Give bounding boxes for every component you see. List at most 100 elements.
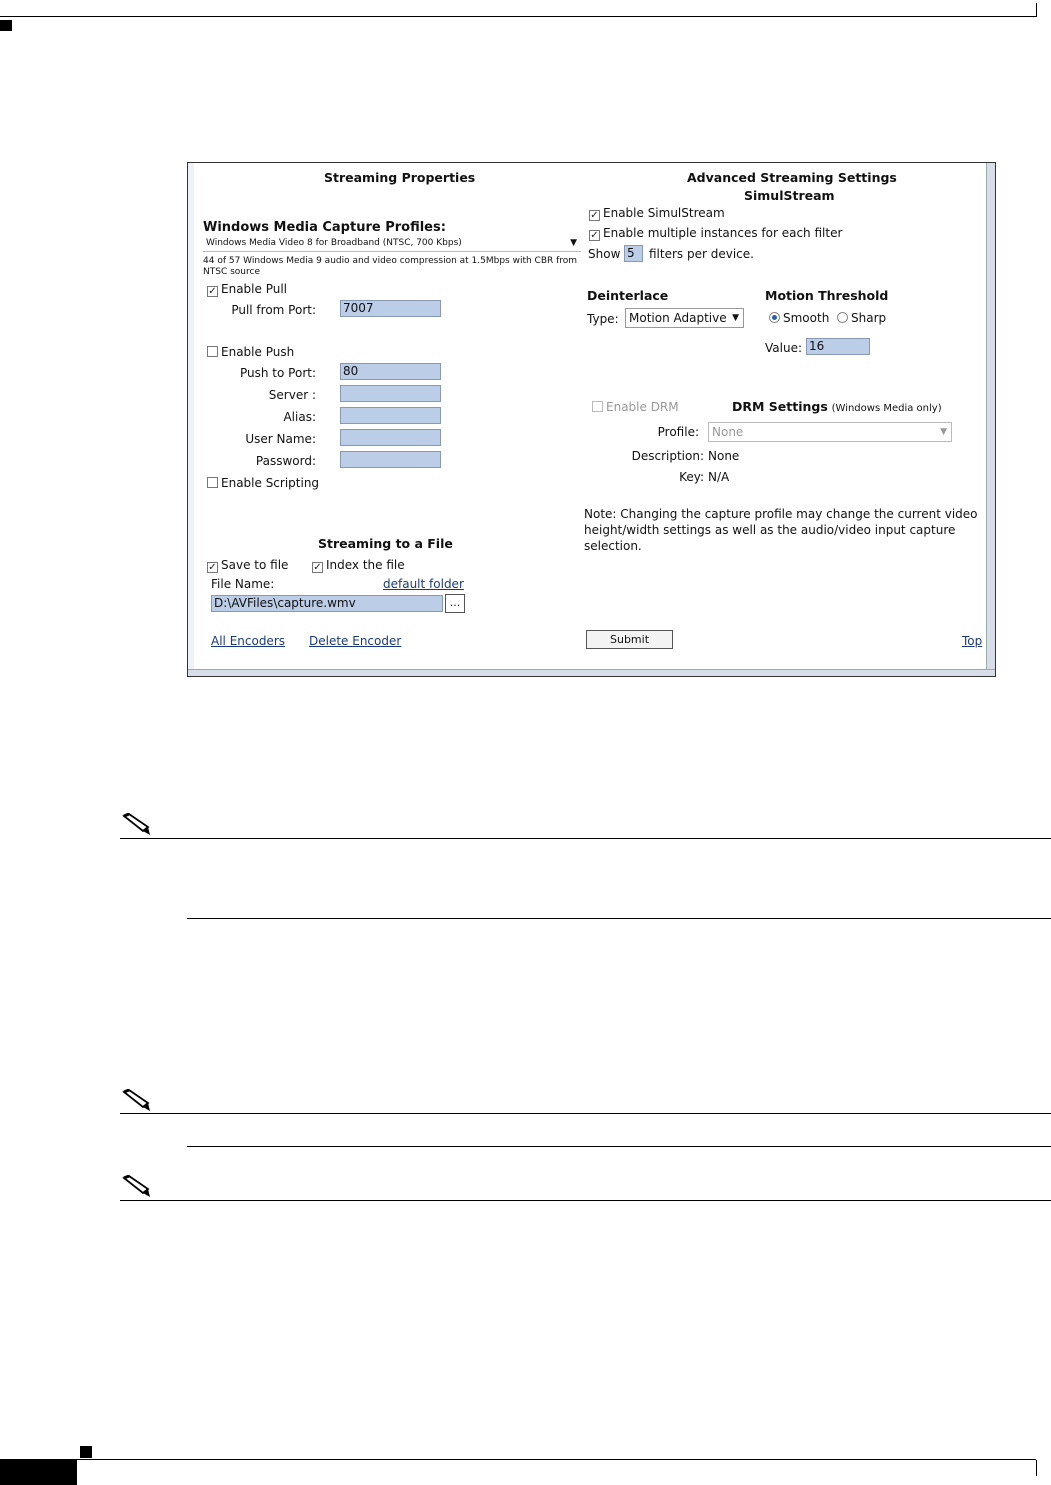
enable-scripting-checkbox[interactable]: Enable Scripting	[207, 476, 319, 490]
note-top-rule	[120, 1200, 1051, 1201]
top-link[interactable]: Top	[962, 634, 982, 648]
username-label: User Name:	[245, 432, 316, 446]
browse-button[interactable]: ...	[445, 594, 465, 613]
advanced-settings-title: Advanced Streaming Settings	[687, 170, 897, 185]
drm-profile-select: None ▼	[708, 422, 952, 442]
enable-push-label: Enable Push	[221, 345, 295, 359]
threshold-value-input[interactable]: 16	[806, 338, 870, 355]
enable-push-checkbox[interactable]: Enable Push	[207, 345, 294, 359]
form-panel: Streaming Properties Windows Media Captu…	[194, 163, 987, 670]
smooth-radio[interactable]: Smooth	[769, 311, 829, 325]
profile-description-line1: 44 of 57 Windows Media 9 audio and video…	[203, 256, 578, 266]
password-input[interactable]	[340, 451, 441, 468]
enable-simulstream-label: Enable SimulStream	[603, 206, 725, 220]
index-file-label: Index the file	[326, 558, 405, 572]
server-input[interactable]	[340, 385, 441, 402]
username-input[interactable]	[340, 429, 441, 446]
checkbox-checked-icon: ✓	[207, 286, 218, 297]
drm-profile-label: Profile:	[657, 425, 699, 439]
panel-right-edge	[986, 163, 995, 676]
sharp-label: Sharp	[851, 311, 887, 325]
sharp-radio[interactable]: Sharp	[837, 311, 886, 325]
capture-profile-value: Windows Media Video 8 for Broadband (NTS…	[206, 238, 462, 248]
save-to-file-checkbox[interactable]: ✓ Save to file	[207, 558, 288, 573]
capture-profiles-label: Windows Media Capture Profiles:	[203, 220, 446, 235]
alias-label: Alias:	[283, 410, 316, 424]
radio-unselected-icon	[837, 312, 848, 323]
show-count-input[interactable]: 5	[624, 245, 643, 262]
checkbox-unchecked-icon	[207, 477, 218, 488]
checkbox-disabled-icon	[592, 401, 603, 412]
checkbox-unchecked-icon	[207, 346, 218, 357]
pull-port-input[interactable]: 7007	[340, 300, 441, 317]
checkbox-checked-icon: ✓	[207, 562, 218, 573]
header-rule	[0, 16, 1036, 17]
push-port-input[interactable]: 80	[340, 363, 441, 380]
note-line2: height/width settings as well as the aud…	[584, 523, 956, 537]
profile-description-line2: NTSC source	[203, 267, 260, 277]
key-value: N/A	[708, 470, 730, 484]
note-line3: selection.	[584, 539, 642, 553]
enable-pull-checkbox[interactable]: ✓ Enable Pull	[207, 282, 287, 297]
note-top-rule	[120, 838, 1051, 839]
pencil-note-icon	[122, 813, 150, 835]
checkbox-checked-icon: ✓	[589, 210, 600, 221]
value-label: Value:	[765, 341, 802, 355]
enable-multi-instances-label: Enable multiple instances for each filte…	[603, 226, 843, 240]
footer-marker	[80, 1446, 92, 1458]
streaming-to-file-title: Streaming to a File	[318, 536, 453, 551]
checkbox-checked-icon: ✓	[312, 562, 323, 573]
deinterlace-title: Deinterlace	[587, 288, 669, 303]
simulstream-title: SimulStream	[744, 188, 835, 203]
type-label: Type:	[587, 312, 619, 326]
screenshot-frame: Streaming Properties Windows Media Captu…	[187, 162, 996, 677]
delete-encoder-link[interactable]: Delete Encoder	[309, 634, 401, 648]
show-label: Show	[588, 247, 621, 261]
enable-scripting-label: Enable Scripting	[221, 476, 320, 490]
enable-drm-label: Enable DRM	[606, 400, 679, 414]
file-path-input[interactable]: D:\AVFiles\capture.wmv	[211, 595, 443, 612]
filters-per-device-label: filters per device.	[649, 247, 754, 261]
enable-simulstream-checkbox[interactable]: ✓ Enable SimulStream	[589, 206, 725, 221]
footer-rule	[0, 1459, 1036, 1460]
password-label: Password:	[255, 454, 316, 468]
chevron-down-icon: ▼	[570, 238, 577, 248]
description-label: Description:	[631, 449, 704, 463]
note-bottom-rule	[187, 1146, 1051, 1147]
alias-input[interactable]	[340, 407, 441, 424]
radio-selected-icon	[769, 312, 780, 323]
enable-pull-label: Enable Pull	[221, 282, 287, 296]
all-encoders-link[interactable]: All Encoders	[211, 634, 285, 648]
save-to-file-label: Save to file	[221, 558, 289, 572]
drm-settings-subtitle: (Windows Media only)	[831, 403, 942, 414]
file-name-label: File Name:	[211, 577, 275, 591]
enable-drm-checkbox: Enable DRM	[592, 400, 679, 414]
smooth-label: Smooth	[783, 311, 830, 325]
deinterlace-type-select[interactable]: Motion Adaptive ▼	[625, 308, 744, 328]
note-top-rule	[120, 1113, 1051, 1114]
drm-settings-title: DRM Settings	[732, 399, 828, 414]
pencil-note-icon	[122, 1175, 150, 1197]
key-label: Key:	[679, 470, 704, 484]
note-line1: Note: Changing the capture profile may c…	[584, 507, 978, 521]
header-marker	[0, 20, 12, 31]
index-file-checkbox[interactable]: ✓ Index the file	[312, 558, 405, 573]
chevron-down-icon: ▼	[940, 427, 947, 437]
motion-threshold-title: Motion Threshold	[765, 288, 889, 303]
server-label: Server :	[268, 388, 316, 402]
pull-port-label: Pull from Port:	[231, 303, 316, 317]
submit-button[interactable]: Submit	[586, 630, 673, 649]
pencil-note-icon	[122, 1089, 150, 1111]
default-folder-link[interactable]: default folder	[383, 577, 464, 591]
note-bottom-rule	[187, 918, 1051, 919]
enable-multi-instances-checkbox[interactable]: ✓ Enable multiple instances for each filt…	[589, 226, 842, 241]
chevron-down-icon: ▼	[732, 313, 739, 323]
checkbox-checked-icon: ✓	[589, 230, 600, 241]
push-port-label: Push to Port:	[240, 366, 316, 380]
capture-profile-select[interactable]: Windows Media Video 8 for Broadband (NTS…	[203, 236, 581, 252]
streaming-properties-title: Streaming Properties	[324, 170, 476, 185]
footer-tick	[1036, 1460, 1037, 1476]
description-value: None	[708, 449, 740, 463]
header-tick	[1036, 3, 1037, 17]
panel-bottom-edge	[188, 669, 995, 676]
